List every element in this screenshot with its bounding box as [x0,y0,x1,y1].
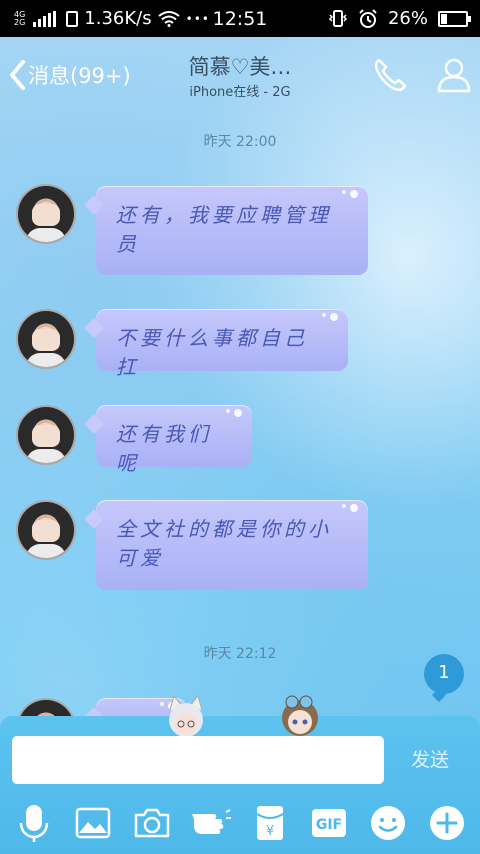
more-button[interactable] [425,801,469,845]
input-bar: 发送 ¥ GIF [0,694,480,854]
gif-icon: GIF [311,809,346,837]
toolbar: ¥ GIF [0,800,480,846]
unread-badge[interactable]: 1 [424,654,464,694]
online-status: iPhone在线 - 2G [189,85,291,100]
chat-header: 消息(99+) 简慕♡美… iPhone在线 - 2G [0,37,480,113]
back-button[interactable]: 消息(99+) [8,59,131,91]
send-button[interactable]: 发送 [392,736,468,784]
hand-icon [191,809,231,834]
red-packet-button[interactable]: ¥ [248,801,292,845]
back-label: 消息(99+) [28,64,131,88]
clock: 12:51 [212,8,268,30]
microphone-icon [19,805,48,842]
phone-icon[interactable] [370,55,410,95]
poke-button[interactable] [189,801,233,845]
message-bubble[interactable]: 还有我们呢 [96,405,252,475]
message-bubble[interactable]: 全文社的都是你的小可爱 [96,500,368,590]
profile-icon[interactable] [434,55,474,95]
timestamp: 昨天 22:12 [203,646,277,662]
camera-icon [134,808,169,838]
battery-icon [438,10,471,27]
gif-label: GIF [315,817,341,833]
message-input[interactable] [12,736,384,784]
red-packet-symbol: ¥ [265,824,273,839]
back-chevron-icon [10,60,25,90]
camera-button[interactable] [130,801,174,845]
avatar[interactable] [16,500,76,560]
status-bar: 4G 2G 1.36K/s ••• 12:51 26% [0,0,480,37]
emoji-button[interactable] [366,801,410,845]
gif-button[interactable]: GIF [307,801,351,845]
voice-button[interactable] [12,801,56,845]
plus-icon [429,806,464,840]
emoji-icon [370,806,405,840]
avatar[interactable] [16,309,76,369]
timestamp: 昨天 22:00 [203,134,277,150]
image-icon [75,807,110,839]
red-packet-icon: ¥ [255,806,284,840]
photo-button[interactable] [71,801,115,845]
avatar[interactable] [16,184,76,244]
message-bubble[interactable]: 不要什么事都自己扛 [96,309,348,379]
message-bubble[interactable]: 还有，我要应聘管理员 [96,186,368,275]
avatar[interactable] [16,405,76,465]
contact-name[interactable]: 简慕♡美… [150,51,330,81]
